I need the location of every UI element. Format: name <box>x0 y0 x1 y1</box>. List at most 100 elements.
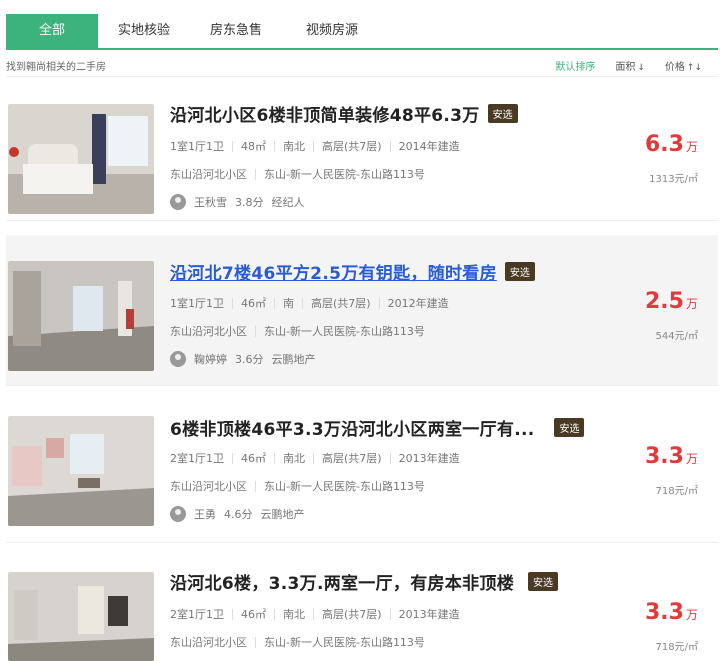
agent-agency: 云鹏地产 <box>271 353 316 366</box>
floor: 高层(共7层) <box>322 140 382 153</box>
agent-info: 王勇 4.6分 云鹏地产 <box>170 506 313 522</box>
layout: 2室1厅1卫 <box>170 608 224 621</box>
listing-title-row: 沿河北小区6楼非顶简单装修48平6.3万 安选 <box>170 98 518 128</box>
listing-card[interactable]: 沿河北小区6楼非顶简单装修48平6.3万 安选 1室1厅1卫 48㎡ 南北 高层… <box>6 90 718 221</box>
sort-default[interactable]: 默认排序 <box>555 58 595 73</box>
sort-price[interactable]: 价格 ↑↓ <box>665 58 702 73</box>
listing-photo[interactable] <box>8 104 154 214</box>
community-link[interactable]: 东山沿河北小区 <box>170 323 247 339</box>
avatar[interactable] <box>170 194 186 210</box>
build-year: 2014年建造 <box>398 140 460 153</box>
divider <box>313 140 314 152</box>
divider <box>232 140 233 152</box>
listing-address: 东山沿河北小区 东山-新一人民医院-东山路113号 <box>170 478 425 494</box>
total-price: 3.3 万 <box>645 444 698 469</box>
orientation: 南北 <box>283 140 305 153</box>
avatar[interactable] <box>170 506 186 522</box>
agent-name[interactable]: 王勇 <box>194 506 216 522</box>
listing-specs: 1室1厅1卫 46㎡ 南 高层(共7层) 2012年建造 <box>170 295 449 311</box>
layout: 1室1厅1卫 <box>170 140 224 153</box>
layout: 1室1厅1卫 <box>170 297 224 310</box>
build-year: 2013年建造 <box>398 608 460 621</box>
listing-title-row: 6楼非顶楼46平3.3万沿河北小区两室一厅有... 安选 <box>170 412 585 442</box>
unit-price: 1313元/㎡ <box>649 174 698 185</box>
divider <box>274 608 275 620</box>
orientation: 南北 <box>283 608 305 621</box>
divider <box>232 297 233 309</box>
avatar[interactable] <box>170 351 186 367</box>
tab-urgent-sale[interactable]: 房东急售 <box>190 14 282 48</box>
community-link[interactable]: 东山沿河北小区 <box>170 478 247 494</box>
listing-photo[interactable] <box>8 416 154 526</box>
agent-name[interactable]: 王秋雪 <box>194 194 227 210</box>
listing-card[interactable]: 6楼非顶楼46平3.3万沿河北小区两室一厅有... 安选 2室1厅1卫 46㎡ … <box>6 400 718 543</box>
divider <box>302 297 303 309</box>
community-link[interactable]: 东山沿河北小区 <box>170 634 247 650</box>
anxuan-badge: 安选 <box>554 417 585 437</box>
agent-score: 3.8分 <box>235 196 264 209</box>
listing-title[interactable]: 沿河北7楼46平方2.5万有钥匙，随时看房 <box>170 259 497 284</box>
listing-title-row: 沿河北6楼，3.3万.两室一厅，有房本非顶楼 安选 <box>170 566 559 596</box>
floor: 高层(共7层) <box>311 297 371 310</box>
divider <box>274 140 275 152</box>
divider <box>232 452 233 464</box>
agent-score: 4.6分 <box>224 508 253 521</box>
listing-title[interactable]: 沿河北6楼，3.3万.两室一厅，有房本非顶楼 <box>170 569 514 594</box>
build-year: 2012年建造 <box>387 297 449 310</box>
listing-photo[interactable] <box>8 261 154 371</box>
total-price: 2.5 万 <box>645 289 698 314</box>
agent-agency: 云鹏地产 <box>260 508 305 521</box>
location: 东山-新一人民医院-东山路113号 <box>264 325 425 338</box>
agent-name[interactable]: 鞠婷婷 <box>194 351 227 367</box>
divider <box>274 452 275 464</box>
build-year: 2013年建造 <box>398 452 460 465</box>
divider <box>313 608 314 620</box>
location: 东山-新一人民医院-东山路113号 <box>264 480 425 493</box>
listing-card[interactable]: 沿河北7楼46平方2.5万有钥匙，随时看房 安选 1室1厅1卫 46㎡ 南 高层… <box>6 235 718 386</box>
sort-area[interactable]: 面积 ↓ <box>615 58 645 73</box>
listing-specs: 2室1厅1卫 46㎡ 南北 高层(共7层) 2013年建造 <box>170 606 460 622</box>
price-unit: 万 <box>685 297 698 311</box>
floor: 高层(共7层) <box>322 452 382 465</box>
floor: 高层(共7层) <box>322 608 382 621</box>
price-unit: 万 <box>685 452 698 466</box>
sort-down-icon: ↓ <box>637 63 645 73</box>
price-value: 3.3 <box>645 600 684 625</box>
area: 48㎡ <box>241 140 266 153</box>
price-value: 3.3 <box>645 444 684 469</box>
listing-title-row: 沿河北7楼46平方2.5万有钥匙，随时看房 安选 <box>170 256 535 286</box>
unit-price: 718元/㎡ <box>655 642 698 653</box>
tab-all[interactable]: 全部 <box>6 14 98 48</box>
divider <box>313 452 314 464</box>
location: 东山-新一人民医院-东山路113号 <box>264 636 425 649</box>
sort-options: 默认排序 面积 ↓ 价格 ↑↓ <box>555 58 702 73</box>
anxuan-badge: 安选 <box>504 261 535 281</box>
listing-address: 东山沿河北小区 东山-新一人民医院-东山路113号 <box>170 166 425 182</box>
agent-agency: 经纪人 <box>271 196 305 209</box>
price-unit: 万 <box>685 140 698 154</box>
sort-area-label: 面积 <box>615 62 636 73</box>
tab-verified[interactable]: 实地核验 <box>98 14 190 48</box>
agent-score: 3.6分 <box>235 353 264 366</box>
divider <box>389 140 391 152</box>
total-price: 3.3 万 <box>645 600 698 625</box>
listing-address: 东山沿河北小区 东山-新一人民医院-东山路113号 <box>170 323 425 339</box>
listing-card[interactable]: 沿河北6楼，3.3万.两室一厅，有房本非顶楼 安选 2室1厅1卫 46㎡ 南北 … <box>6 556 718 661</box>
listing-photo[interactable] <box>8 572 154 661</box>
community-link[interactable]: 东山沿河北小区 <box>170 166 247 182</box>
anxuan-badge: 安选 <box>528 571 559 591</box>
listing-title[interactable]: 6楼非顶楼46平3.3万沿河北小区两室一厅有... <box>170 415 534 440</box>
anxuan-badge: 安选 <box>487 103 518 123</box>
unit-price: 544元/㎡ <box>655 331 698 342</box>
area: 46㎡ <box>241 297 266 310</box>
listing-title[interactable]: 沿河北小区6楼非顶简单装修48平6.3万 <box>170 101 480 126</box>
divider <box>378 297 380 309</box>
price-unit: 万 <box>685 608 698 622</box>
agent-info: 鞠婷婷 3.6分 云鹏地产 <box>170 351 324 367</box>
tab-video[interactable]: 视频房源 <box>282 14 382 48</box>
unit-price: 718元/㎡ <box>655 486 698 497</box>
location: 东山-新一人民医院-东山路113号 <box>264 168 425 181</box>
results-count-text: 找到翱尚相关的二手房 <box>6 62 106 73</box>
listing-specs: 1室1厅1卫 48㎡ 南北 高层(共7层) 2014年建造 <box>170 138 460 154</box>
agent-info: 王秋雪 3.8分 经纪人 <box>170 194 313 210</box>
